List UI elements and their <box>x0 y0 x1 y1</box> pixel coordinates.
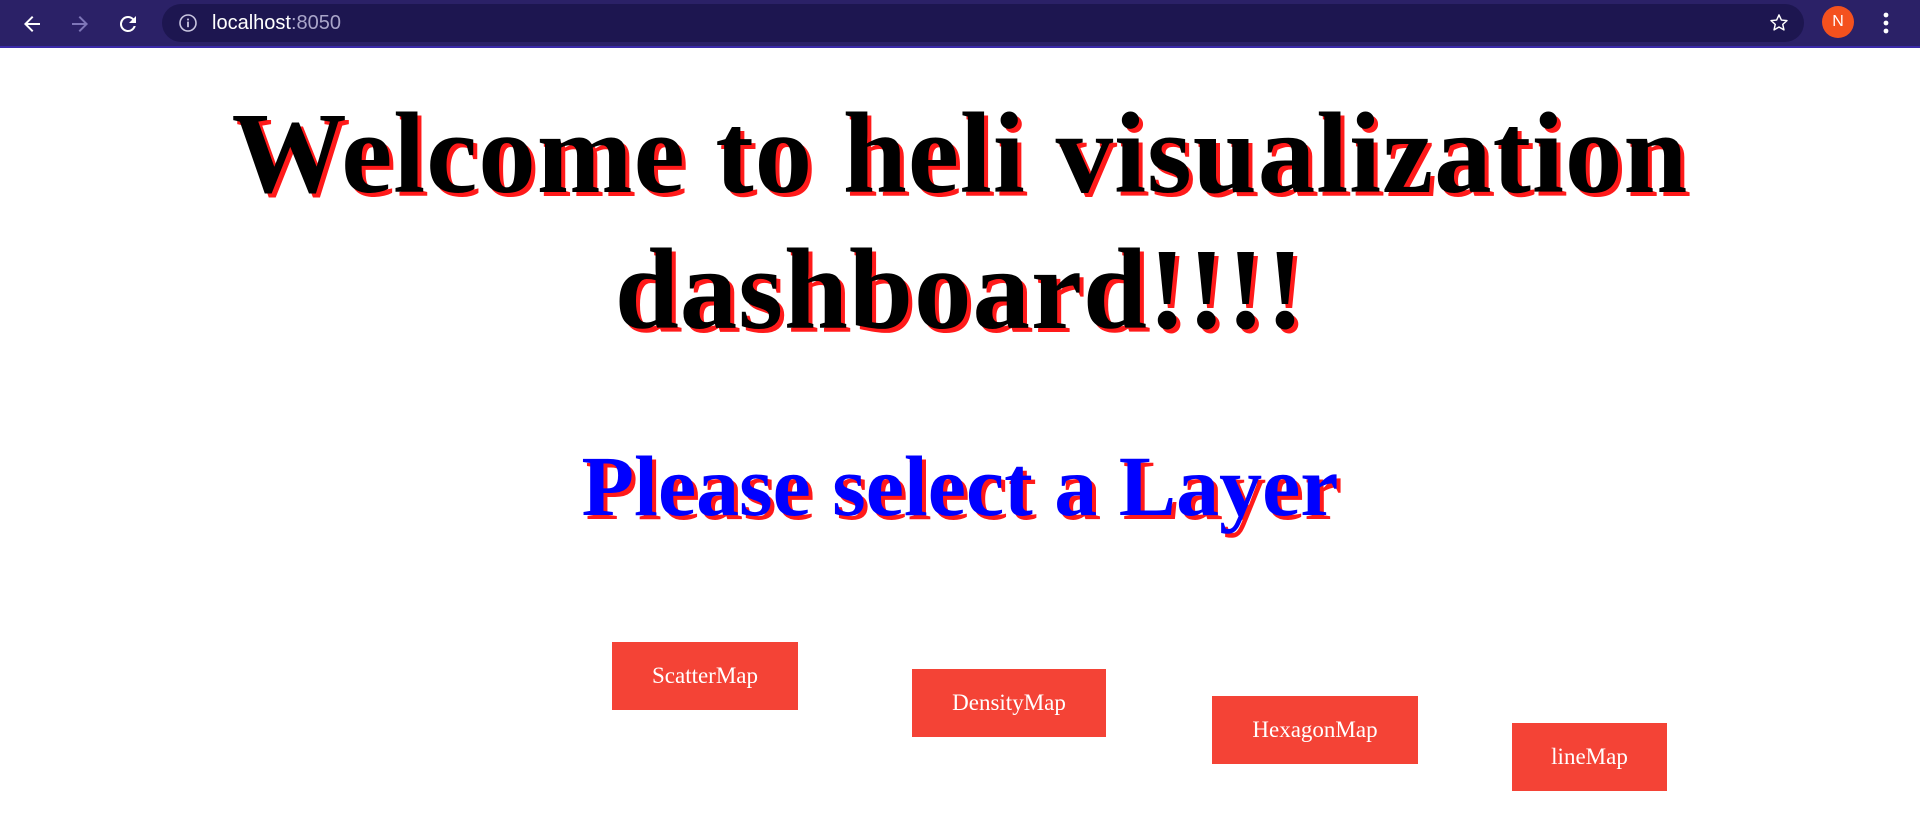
url-port: :8050 <box>290 12 341 34</box>
linemap-button[interactable]: lineMap <box>1512 723 1667 791</box>
back-arrow-icon <box>24 16 40 32</box>
kebab-menu-icon[interactable] <box>1876 8 1896 38</box>
page-title: Welcome to heli visualization dashboard!… <box>231 90 1689 353</box>
back-button[interactable] <box>14 6 50 42</box>
info-icon[interactable] <box>178 13 198 33</box>
scattermap-button[interactable]: ScatterMap <box>612 642 798 710</box>
hexagonmap-button[interactable]: HexagonMap <box>1212 696 1418 764</box>
reload-button[interactable] <box>110 6 146 42</box>
densitymap-button[interactable]: DensityMap <box>912 669 1106 737</box>
url-text[interactable]: localhost:8050 <box>212 12 341 34</box>
reload-icon <box>119 15 136 32</box>
forward-arrow-icon <box>72 16 88 32</box>
forward-button[interactable] <box>62 6 98 42</box>
layer-prompt: Please select a Layer <box>581 438 1339 534</box>
browser-toolbar: localhost:8050 N <box>0 0 1920 48</box>
profile-avatar[interactable]: N <box>1822 6 1854 38</box>
star-icon[interactable] <box>1768 12 1790 34</box>
url-host: localhost <box>212 12 291 34</box>
address-bar[interactable]: localhost:8050 <box>162 4 1804 42</box>
